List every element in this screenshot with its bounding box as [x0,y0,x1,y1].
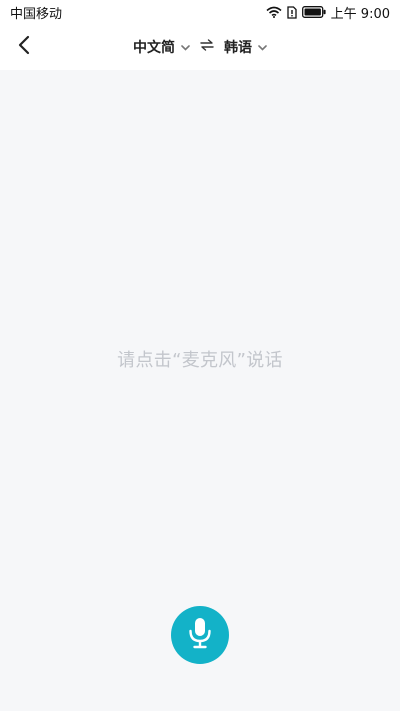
chevron-down-icon [258,39,267,55]
carrier-name: 中国移动 [10,6,63,22]
wifi-icon [266,6,282,18]
conversation-area: 请点击“麦克风”说话 [0,70,400,560]
swap-arrows-icon [200,39,214,55]
chevron-down-icon [181,39,190,55]
status-icons: 上午 9:00 [266,3,390,22]
language-switcher: 中文简 韩语 [133,37,267,57]
target-language-label: 韩语 [224,40,252,56]
microphone-button[interactable] [171,606,229,664]
chevron-left-icon [17,35,31,59]
sim-icon [287,5,297,19]
source-language-label: 中文简 [133,40,175,56]
status-bar: 中国移动 上午 9:00 [0,0,400,24]
target-language-selector[interactable]: 韩语 [224,37,267,57]
status-time: 上午 9:00 [330,6,390,22]
header-bar: 中文简 韩语 [0,24,400,70]
back-button[interactable] [8,31,40,63]
swap-languages-button[interactable] [200,39,214,55]
battery-icon [301,6,326,18]
microphone-icon [187,617,213,653]
translator-screen: 中国移动 上午 9:00 中文简 韩语 请点击“麦克风”说话 [0,0,400,711]
source-language-selector[interactable]: 中文简 [133,37,190,57]
speak-hint: 请点击“麦克风”说话 [117,350,283,371]
